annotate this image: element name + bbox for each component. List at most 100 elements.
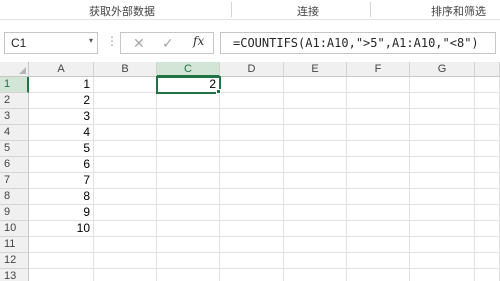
column-header-g[interactable]: G	[410, 62, 475, 77]
cell-f9[interactable]	[347, 205, 410, 221]
cell-c13[interactable]	[157, 269, 220, 281]
cell-b6[interactable]	[94, 157, 157, 173]
cell-g3[interactable]	[410, 109, 475, 125]
cell-h5[interactable]	[475, 141, 500, 157]
active-cell-c1[interactable]: 2	[156, 76, 221, 94]
insert-function-icon[interactable]: fx	[193, 34, 204, 48]
cell-b9[interactable]	[94, 205, 157, 221]
cell-f2[interactable]	[347, 93, 410, 109]
cell-c4[interactable]	[157, 125, 220, 141]
cell-h8[interactable]	[475, 189, 500, 205]
cell-a10[interactable]: 10	[29, 221, 94, 237]
chevron-down-icon[interactable]: ▾	[89, 36, 93, 45]
cell-a2[interactable]: 2	[29, 93, 94, 109]
column-header-a[interactable]: A	[29, 62, 94, 77]
cell-c8[interactable]	[157, 189, 220, 205]
row-header-4[interactable]: 4	[0, 125, 29, 141]
cell-b5[interactable]	[94, 141, 157, 157]
cell-d10[interactable]	[220, 221, 284, 237]
cell-c10[interactable]	[157, 221, 220, 237]
cell-g7[interactable]	[410, 173, 475, 189]
row-header-5[interactable]: 5	[0, 141, 29, 157]
cell-g9[interactable]	[410, 205, 475, 221]
enter-icon[interactable]: ✓	[162, 35, 174, 52]
cell-g8[interactable]	[410, 189, 475, 205]
cell-d3[interactable]	[220, 109, 284, 125]
cell-e12[interactable]	[284, 253, 347, 269]
cell-g12[interactable]	[410, 253, 475, 269]
cell-d8[interactable]	[220, 189, 284, 205]
cell-g5[interactable]	[410, 141, 475, 157]
cell-h4[interactable]	[475, 125, 500, 141]
cell-b4[interactable]	[94, 125, 157, 141]
cell-a5[interactable]: 5	[29, 141, 94, 157]
cell-h13[interactable]	[475, 269, 500, 281]
worksheet-grid[interactable]: A B C D E F G 1 1 2 2 2 3 3 4 4 5 5 6 6 7 7 8 8 9 9 10 10 11 12 13	[0, 62, 500, 281]
cell-g11[interactable]	[410, 237, 475, 253]
formula-input[interactable]: =COUNTIFS(A1:A10,">5",A1:A10,"<8")	[220, 32, 496, 54]
cell-f5[interactable]	[347, 141, 410, 157]
cell-e5[interactable]	[284, 141, 347, 157]
cell-c5[interactable]	[157, 141, 220, 157]
cell-g1[interactable]	[410, 77, 475, 93]
cell-b7[interactable]	[94, 173, 157, 189]
column-header-d[interactable]: D	[220, 62, 284, 77]
cell-g2[interactable]	[410, 93, 475, 109]
cell-f1[interactable]	[347, 77, 410, 93]
cell-e11[interactable]	[284, 237, 347, 253]
cell-c7[interactable]	[157, 173, 220, 189]
cell-a13[interactable]	[29, 269, 94, 281]
cell-d1[interactable]	[220, 77, 284, 93]
column-header-b[interactable]: B	[94, 62, 157, 77]
cell-b1[interactable]	[94, 77, 157, 93]
cell-c2[interactable]	[157, 93, 220, 109]
cell-f4[interactable]	[347, 125, 410, 141]
cell-g13[interactable]	[410, 269, 475, 281]
cell-h12[interactable]	[475, 253, 500, 269]
cell-f3[interactable]	[347, 109, 410, 125]
name-box[interactable]: C1 ▾	[4, 32, 98, 54]
cell-c12[interactable]	[157, 253, 220, 269]
row-header-9[interactable]: 9	[0, 205, 29, 221]
cell-e4[interactable]	[284, 125, 347, 141]
cell-e7[interactable]	[284, 173, 347, 189]
cell-e13[interactable]	[284, 269, 347, 281]
cell-d5[interactable]	[220, 141, 284, 157]
row-header-2[interactable]: 2	[0, 93, 29, 109]
row-header-11[interactable]: 11	[0, 237, 29, 253]
cell-c9[interactable]	[157, 205, 220, 221]
cell-h7[interactable]	[475, 173, 500, 189]
cell-e10[interactable]	[284, 221, 347, 237]
select-all-button[interactable]	[0, 62, 29, 77]
column-header-h[interactable]	[475, 62, 500, 77]
column-header-e[interactable]: E	[284, 62, 347, 77]
fill-handle[interactable]	[216, 89, 221, 94]
cell-h10[interactable]	[475, 221, 500, 237]
cell-d12[interactable]	[220, 253, 284, 269]
cell-d9[interactable]	[220, 205, 284, 221]
cell-a9[interactable]: 9	[29, 205, 94, 221]
cell-a1[interactable]: 1	[29, 77, 94, 93]
cell-d11[interactable]	[220, 237, 284, 253]
cell-f13[interactable]	[347, 269, 410, 281]
cell-e3[interactable]	[284, 109, 347, 125]
cell-f12[interactable]	[347, 253, 410, 269]
cancel-icon[interactable]: ✕	[133, 35, 145, 52]
cell-d2[interactable]	[220, 93, 284, 109]
cell-h2[interactable]	[475, 93, 500, 109]
cell-f10[interactable]	[347, 221, 410, 237]
cell-d6[interactable]	[220, 157, 284, 173]
cell-f8[interactable]	[347, 189, 410, 205]
cell-d7[interactable]	[220, 173, 284, 189]
column-header-f[interactable]: F	[347, 62, 410, 77]
row-header-7[interactable]: 7	[0, 173, 29, 189]
cell-c6[interactable]	[157, 157, 220, 173]
cell-b3[interactable]	[94, 109, 157, 125]
row-header-10[interactable]: 10	[0, 221, 29, 237]
cell-a6[interactable]: 6	[29, 157, 94, 173]
row-header-6[interactable]: 6	[0, 157, 29, 173]
cell-a4[interactable]: 4	[29, 125, 94, 141]
cell-e2[interactable]	[284, 93, 347, 109]
cell-h3[interactable]	[475, 109, 500, 125]
cell-e1[interactable]	[284, 77, 347, 93]
